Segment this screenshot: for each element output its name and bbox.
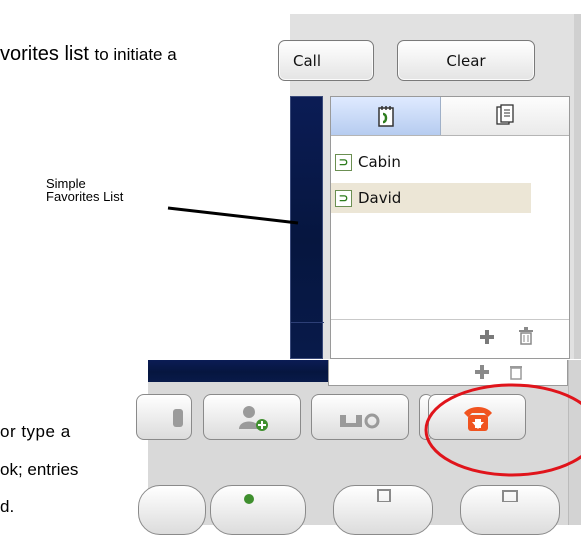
annotation-overlay bbox=[167, 206, 581, 477]
highlight-ellipse bbox=[424, 383, 581, 477]
callout-line bbox=[167, 206, 299, 225]
